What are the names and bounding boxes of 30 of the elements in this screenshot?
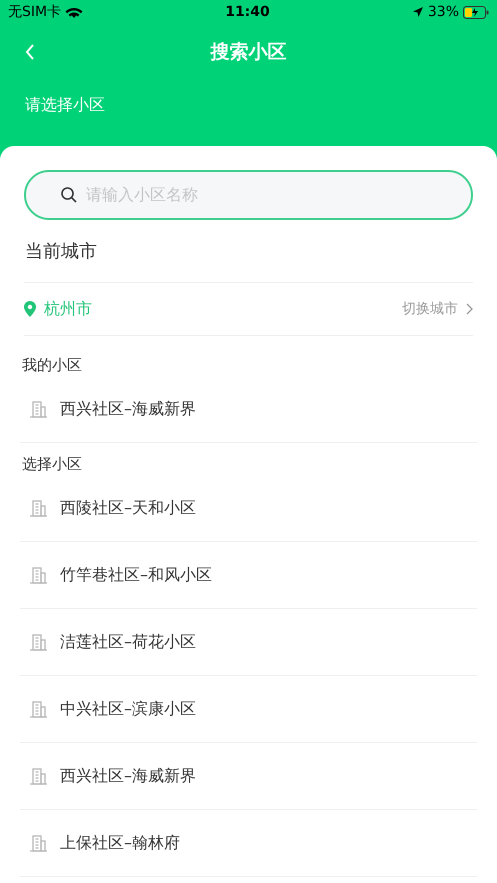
back-chevron-icon bbox=[24, 43, 36, 61]
community-item[interactable]: 中兴社区–滨康小区 bbox=[20, 676, 477, 743]
battery-icon bbox=[463, 6, 489, 18]
search-icon bbox=[60, 186, 78, 204]
section-heading: 选择小区 bbox=[22, 454, 82, 474]
community-item[interactable]: 西兴社区–海威新界 bbox=[20, 743, 477, 810]
carrier-label: 无SIM卡 bbox=[8, 2, 62, 22]
community-item[interactable]: 竹竿巷社区–和风小区 bbox=[20, 542, 477, 609]
section-heading: 我的小区 bbox=[22, 354, 82, 376]
community-item[interactable]: 洁莲社区–荷花小区 bbox=[20, 609, 477, 676]
building-icon bbox=[28, 766, 48, 786]
building-icon bbox=[28, 498, 48, 518]
community-item[interactable]: 上保社区–翰林府 bbox=[20, 810, 477, 877]
section-heading: 当前城市 bbox=[25, 240, 97, 264]
wifi-icon bbox=[65, 6, 84, 18]
building-icon bbox=[28, 699, 48, 719]
battery-percent: 33% bbox=[428, 2, 459, 22]
community-item[interactable]: 西兴社区–海威新界 bbox=[20, 376, 477, 443]
community-item[interactable]: 西陵社区–天和小区 bbox=[20, 475, 477, 542]
location-arrow-icon bbox=[412, 6, 424, 18]
building-icon bbox=[28, 399, 48, 419]
subtitle: 请选择小区 bbox=[25, 94, 105, 116]
building-icon bbox=[28, 632, 48, 652]
chevron-right-icon bbox=[466, 303, 473, 315]
clock-time: 11:40 bbox=[225, 2, 270, 22]
current-city: 杭州市 bbox=[44, 298, 92, 320]
page-title: 搜索小区 bbox=[210, 40, 286, 65]
building-icon bbox=[28, 833, 48, 853]
building-icon bbox=[28, 565, 48, 585]
location-pin-icon bbox=[24, 301, 36, 317]
